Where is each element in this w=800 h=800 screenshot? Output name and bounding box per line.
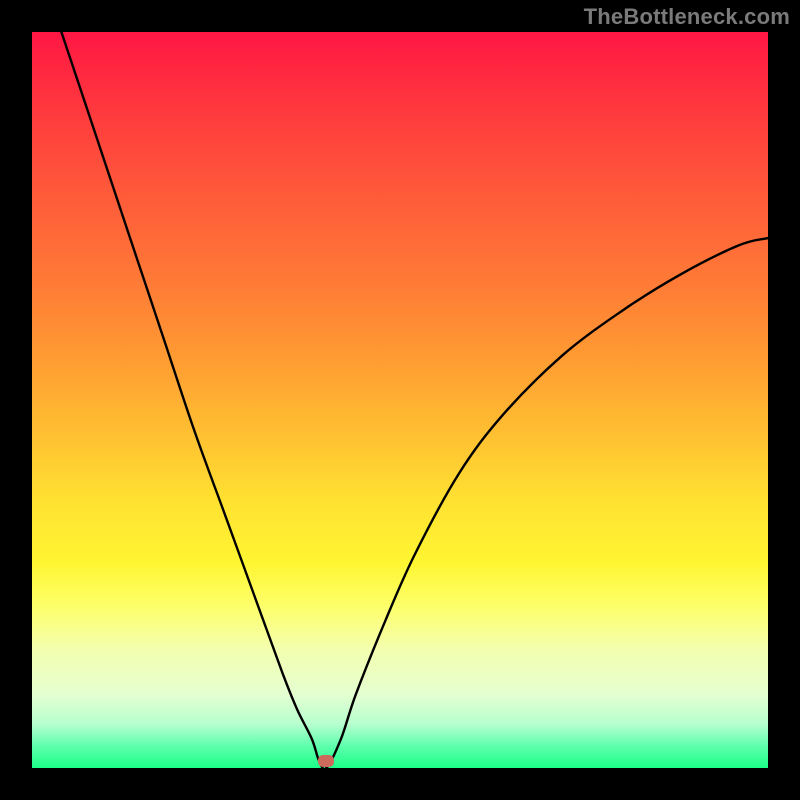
bottleneck-curve xyxy=(32,32,768,768)
minimum-marker xyxy=(318,755,334,767)
curve-path xyxy=(61,32,768,768)
watermark-text: TheBottleneck.com xyxy=(584,4,790,30)
plot-area xyxy=(32,32,768,768)
chart-frame: TheBottleneck.com xyxy=(0,0,800,800)
